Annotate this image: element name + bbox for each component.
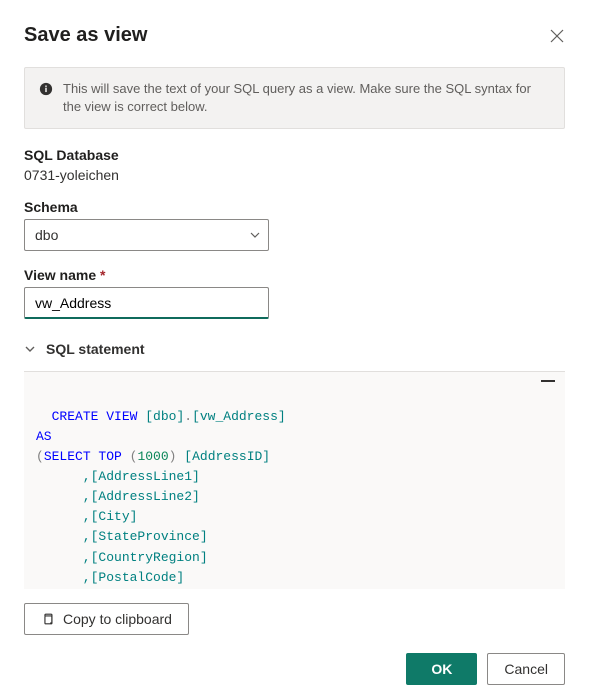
schema-select[interactable]: dbo: [24, 219, 269, 251]
viewname-input[interactable]: [24, 287, 269, 319]
database-value: 0731-yoleichen: [24, 167, 565, 183]
sql-code-editor[interactable]: CREATE VIEW [dbo].[vw_Address] AS (SELEC…: [24, 371, 565, 589]
dialog-header: Save as view: [24, 24, 565, 47]
copy-icon: [41, 612, 55, 626]
viewname-label: View name *: [24, 267, 565, 283]
info-banner: This will save the text of your SQL quer…: [24, 67, 565, 129]
sql-statement-label: SQL statement: [46, 341, 145, 357]
ok-button[interactable]: OK: [406, 653, 477, 685]
schema-value: dbo: [35, 227, 58, 243]
minimap-indicator: [541, 380, 555, 382]
schema-label: Schema: [24, 199, 565, 215]
dialog-title: Save as view: [24, 24, 147, 47]
cancel-button[interactable]: Cancel: [487, 653, 565, 685]
info-text: This will save the text of your SQL quer…: [63, 80, 550, 116]
chevron-down-icon: [24, 343, 36, 355]
sql-statement-toggle[interactable]: SQL statement: [24, 341, 565, 357]
dialog-footer: OK Cancel: [24, 653, 565, 685]
close-icon[interactable]: [549, 28, 565, 44]
copy-to-clipboard-button[interactable]: Copy to clipboard: [24, 603, 189, 635]
database-label: SQL Database: [24, 147, 565, 163]
required-marker: *: [100, 267, 105, 283]
copy-label: Copy to clipboard: [63, 611, 172, 627]
info-icon: [39, 82, 53, 96]
